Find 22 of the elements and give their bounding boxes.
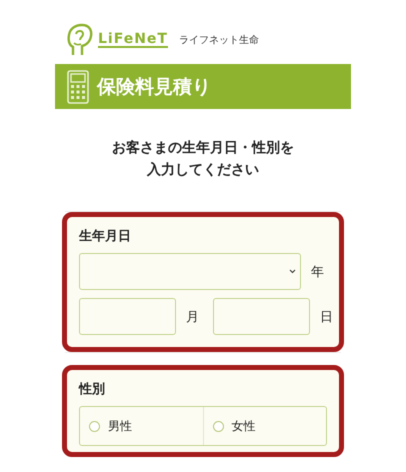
section-label: 生年月日 bbox=[79, 228, 132, 245]
year-select[interactable] bbox=[79, 253, 301, 290]
day-field[interactable] bbox=[213, 298, 310, 335]
gender-option[interactable]: 女性 bbox=[202, 407, 326, 445]
section-label: 性別 bbox=[79, 381, 106, 398]
page-title: 保険料見積り bbox=[97, 74, 211, 100]
month-field[interactable] bbox=[79, 298, 176, 335]
radio-button[interactable] bbox=[89, 420, 100, 432]
head-logo-icon bbox=[67, 23, 93, 57]
option-label: 女性 bbox=[232, 418, 256, 434]
unit-text: 日 bbox=[320, 308, 333, 326]
gender-option[interactable]: 男性 bbox=[80, 407, 202, 445]
instruction-text: 入力してください bbox=[147, 161, 259, 180]
calculator-icon bbox=[67, 70, 89, 104]
unit-text: 月 bbox=[186, 308, 199, 326]
brand-name: LiFeNeT bbox=[98, 32, 168, 48]
instruction-text: お客さまの生年月日・性別を bbox=[112, 138, 294, 158]
unit-text: 年 bbox=[311, 264, 324, 280]
chevron-down-icon bbox=[289, 269, 296, 274]
option-label: 男性 bbox=[108, 418, 132, 434]
radio-button[interactable] bbox=[212, 420, 224, 432]
brand-tagline: ライフネット生命 bbox=[178, 34, 259, 47]
